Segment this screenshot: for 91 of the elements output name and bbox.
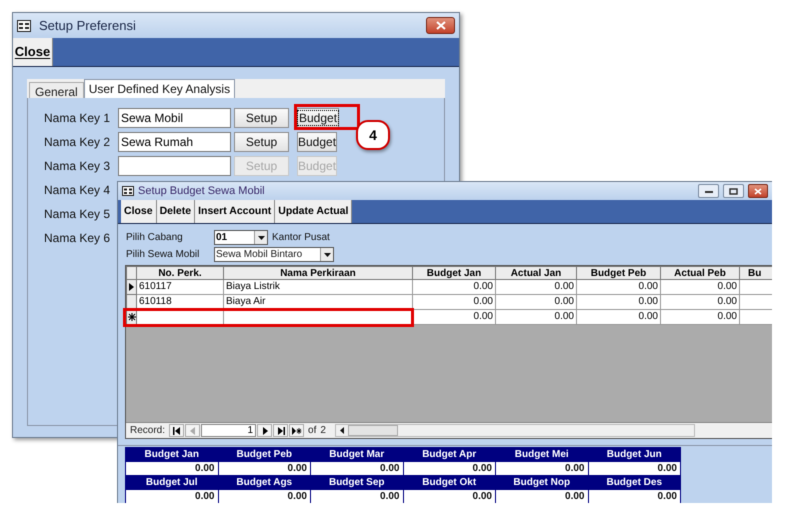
value-field[interactable]: 0.00 xyxy=(126,490,218,503)
highlight-frame xyxy=(294,104,360,130)
minimize-icon xyxy=(704,190,712,192)
table-cell[interactable]: 0.00 xyxy=(496,294,576,310)
form-icon xyxy=(17,20,31,32)
dropdown[interactable]: 01 xyxy=(214,230,268,245)
caption-text: Kantor Pusat xyxy=(272,231,330,245)
table-cell[interactable]: 0.00 xyxy=(496,280,576,294)
column-header: Bu xyxy=(740,266,772,280)
close-icon xyxy=(436,21,446,30)
input-field[interactable]: Sewa Mobil xyxy=(118,108,231,128)
field-label: Nama Key 5 xyxy=(44,206,112,223)
input-field[interactable] xyxy=(118,156,231,176)
table-cell[interactable]: Biaya Air xyxy=(224,294,412,310)
last-record-icon xyxy=(276,426,286,434)
value-field[interactable]: 0.00 xyxy=(588,462,680,475)
table-cell[interactable]: 0.00 xyxy=(660,280,740,294)
close-button[interactable] xyxy=(748,184,768,198)
toolbar-button[interactable]: Delete xyxy=(156,200,196,223)
first-record-icon xyxy=(172,426,182,434)
table-cell[interactable]: 0.00 xyxy=(412,280,496,294)
form-icon xyxy=(122,186,134,196)
record-number-field[interactable]: 1 xyxy=(201,424,256,437)
value-field[interactable]: 0.00 xyxy=(496,490,588,503)
column-header: Budget Peb xyxy=(576,266,660,280)
field-label: Nama Key 3 xyxy=(44,158,112,175)
table-cell[interactable]: 0.00 xyxy=(412,310,496,324)
value-field[interactable]: 0.00 xyxy=(218,462,310,475)
record-count: 2 xyxy=(320,424,326,438)
table-cell[interactable]: 610117 xyxy=(136,280,224,294)
value-field[interactable]: 0.00 xyxy=(311,490,402,503)
value-field[interactable]: 0.00 xyxy=(311,462,402,475)
next-record-button[interactable] xyxy=(257,424,272,437)
tab[interactable]: User Defined Key Analysis xyxy=(84,79,236,98)
row-selector[interactable] xyxy=(126,280,136,294)
caret-icon xyxy=(324,252,330,256)
close-button[interactable] xyxy=(426,17,455,34)
field-label: Nama Key 1 xyxy=(44,110,112,127)
restore-button[interactable] xyxy=(723,184,744,198)
record-count-label: of xyxy=(308,424,316,438)
scrollbar[interactable] xyxy=(334,424,695,437)
value-field[interactable]: 0.00 xyxy=(126,462,218,475)
window-title: Setup Preferensi xyxy=(39,16,137,35)
field-label: Nama Key 4 xyxy=(44,182,112,199)
field-label: Pilih Sewa Mobil xyxy=(126,248,200,262)
record-label: Record: xyxy=(130,424,166,438)
new-record-icon xyxy=(292,426,302,434)
new-record-button[interactable] xyxy=(289,424,304,437)
previous-record-icon xyxy=(188,426,198,434)
table-cell[interactable]: 0.00 xyxy=(576,310,660,324)
input-field[interactable]: Sewa Rumah xyxy=(118,132,231,152)
table-cell[interactable]: 0.00 xyxy=(576,280,660,294)
column-header: Actual Peb xyxy=(660,266,740,280)
column-header: Actual Jan xyxy=(496,266,576,280)
step-badge: 4 xyxy=(356,120,390,150)
budget-button[interactable]: Budget xyxy=(297,132,338,152)
setup-button[interactable]: Setup xyxy=(234,132,289,152)
column-header: No. Perk. xyxy=(136,266,224,280)
table-cell[interactable]: 0.00 xyxy=(660,294,740,310)
value-field[interactable]: 0.00 xyxy=(218,490,310,503)
minimize-button[interactable] xyxy=(698,184,719,198)
dropdown[interactable]: Sewa Mobil Bintaro xyxy=(214,247,334,262)
value-field[interactable]: 0.00 xyxy=(404,490,495,503)
field-label: Nama Key 2 xyxy=(44,134,112,151)
toolbar-button[interactable]: Close xyxy=(121,200,157,223)
value-field[interactable]: 0.00 xyxy=(588,490,680,503)
value-field[interactable]: 0.00 xyxy=(404,462,495,475)
column-header: Nama Perkiraan xyxy=(224,266,412,280)
table-cell[interactable]: Biaya Listrik xyxy=(224,280,412,294)
budget-button[interactable]: Budget xyxy=(297,108,340,128)
close-icon xyxy=(754,188,762,194)
window-title: Setup Budget Sewa Mobil xyxy=(138,184,266,199)
last-record-button[interactable] xyxy=(273,424,288,437)
caret-icon xyxy=(258,236,264,240)
setup-button[interactable]: Setup xyxy=(234,108,289,128)
value-field[interactable]: 0.00 xyxy=(496,462,588,475)
table-cell[interactable]: 610118 xyxy=(136,294,224,310)
field-label: Pilih Cabang xyxy=(126,231,184,245)
table-cell[interactable]: 0.00 xyxy=(496,310,576,324)
tab[interactable]: General xyxy=(29,82,84,98)
field-label: Nama Key 6 xyxy=(44,230,112,247)
close-button[interactable]: Close xyxy=(13,38,53,66)
table-cell[interactable]: 0.00 xyxy=(412,294,496,310)
scroll-thumb[interactable] xyxy=(348,425,398,436)
toolbar-button[interactable]: Insert Account xyxy=(195,200,276,223)
first-record-button[interactable] xyxy=(169,424,184,437)
toolbar-button[interactable]: Update Actual xyxy=(275,200,352,223)
table-cell[interactable]: 0.00 xyxy=(576,294,660,310)
table-cell[interactable]: 0.00 xyxy=(660,310,740,324)
column-header: Budget Jan xyxy=(412,266,496,280)
restore-icon xyxy=(729,188,738,194)
